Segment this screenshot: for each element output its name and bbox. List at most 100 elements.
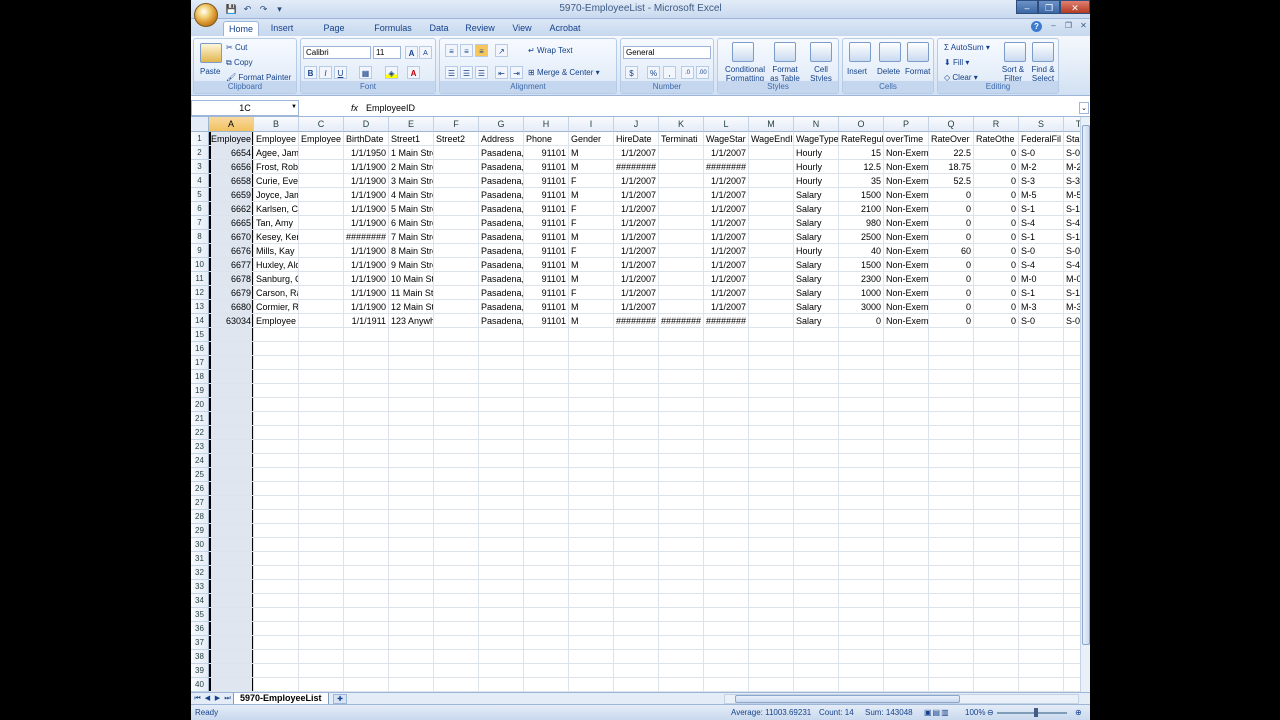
row-header[interactable]: 29 [191, 524, 209, 538]
table-cell[interactable] [434, 370, 479, 384]
table-cell[interactable]: 0 [974, 216, 1019, 230]
table-cell[interactable]: 0 [929, 314, 974, 328]
table-cell[interactable] [749, 384, 794, 398]
table-cell[interactable]: 1/1/1900 [344, 244, 389, 258]
table-cell[interactable]: 11 Main Street [389, 286, 434, 300]
header-cell[interactable]: Street2 [434, 132, 479, 146]
table-cell[interactable] [1064, 650, 1080, 664]
table-cell[interactable] [389, 440, 434, 454]
zoom-level[interactable]: 100% [965, 707, 985, 719]
table-cell[interactable]: 0 [929, 230, 974, 244]
table-cell[interactable] [479, 524, 524, 538]
table-cell[interactable] [614, 482, 659, 496]
table-cell[interactable] [749, 342, 794, 356]
table-cell[interactable] [794, 524, 839, 538]
row-header[interactable]: 3 [191, 160, 209, 174]
table-cell[interactable] [749, 524, 794, 538]
column-header-e[interactable]: E [389, 117, 434, 132]
table-cell[interactable] [344, 328, 389, 342]
table-cell[interactable] [569, 384, 614, 398]
table-cell[interactable] [1019, 482, 1064, 496]
table-cell[interactable] [659, 188, 704, 202]
header-cell[interactable]: RateRegul [839, 132, 884, 146]
table-cell[interactable] [929, 440, 974, 454]
table-cell[interactable] [344, 538, 389, 552]
table-cell[interactable] [299, 580, 344, 594]
grow-font-button[interactable]: A [405, 46, 418, 59]
cut-button[interactable]: ✂ Cut [226, 43, 247, 52]
table-cell[interactable] [974, 482, 1019, 496]
table-cell[interactable] [839, 636, 884, 650]
table-cell[interactable]: Salary [794, 272, 839, 286]
table-cell[interactable]: 0 [974, 160, 1019, 174]
wrap-text-button[interactable]: ↵ Wrap Text [528, 46, 573, 55]
align-left-icon[interactable]: ☰ [445, 66, 458, 79]
table-cell[interactable]: S-1 [1019, 230, 1064, 244]
table-cell[interactable] [1019, 370, 1064, 384]
table-cell[interactable] [749, 300, 794, 314]
table-cell[interactable] [614, 636, 659, 650]
table-cell[interactable] [569, 328, 614, 342]
table-cell[interactable] [524, 594, 569, 608]
table-cell[interactable] [569, 636, 614, 650]
table-cell[interactable] [389, 524, 434, 538]
paste-button[interactable]: Paste [200, 67, 220, 76]
table-cell[interactable] [749, 454, 794, 468]
table-cell[interactable] [1019, 384, 1064, 398]
table-cell[interactable] [209, 482, 254, 496]
table-cell[interactable]: 91101 [524, 244, 569, 258]
table-cell[interactable]: 0 [974, 188, 1019, 202]
table-cell[interactable] [299, 328, 344, 342]
table-cell[interactable] [209, 552, 254, 566]
table-cell[interactable]: 1/1/1900 [344, 300, 389, 314]
doc-minimize-button[interactable]: – [1047, 20, 1060, 32]
table-cell[interactable] [299, 524, 344, 538]
table-cell[interactable] [1064, 468, 1080, 482]
table-cell[interactable]: 1/1/1911 [344, 314, 389, 328]
table-cell[interactable] [389, 496, 434, 510]
table-cell[interactable] [839, 496, 884, 510]
table-cell[interactable] [479, 566, 524, 580]
table-cell[interactable] [1064, 608, 1080, 622]
table-cell[interactable] [479, 356, 524, 370]
font-size-select[interactable]: 11 [373, 46, 401, 59]
table-cell[interactable] [299, 650, 344, 664]
next-sheet-icon[interactable]: ▶ [213, 694, 222, 703]
table-cell[interactable] [974, 552, 1019, 566]
table-cell[interactable]: Sanburg, Carl [254, 272, 299, 286]
table-cell[interactable] [209, 608, 254, 622]
table-cell[interactable]: 3 Main Street [389, 174, 434, 188]
table-cell[interactable] [704, 636, 749, 650]
table-cell[interactable] [389, 454, 434, 468]
table-cell[interactable] [254, 552, 299, 566]
table-cell[interactable]: 1/1/1900 [344, 160, 389, 174]
table-cell[interactable] [254, 412, 299, 426]
table-cell[interactable] [1019, 622, 1064, 636]
conditional-formatting-icon[interactable] [732, 42, 754, 62]
table-cell[interactable] [659, 636, 704, 650]
table-cell[interactable]: M [569, 188, 614, 202]
table-cell[interactable] [659, 552, 704, 566]
column-header-c[interactable]: C [299, 117, 344, 132]
row-header[interactable]: 34 [191, 594, 209, 608]
table-cell[interactable] [299, 552, 344, 566]
table-cell[interactable] [794, 496, 839, 510]
table-cell[interactable] [254, 608, 299, 622]
table-cell[interactable] [524, 454, 569, 468]
table-cell[interactable] [1019, 398, 1064, 412]
table-cell[interactable] [929, 510, 974, 524]
table-cell[interactable] [434, 314, 479, 328]
table-cell[interactable]: 91101 [524, 258, 569, 272]
table-cell[interactable] [794, 328, 839, 342]
table-cell[interactable] [974, 636, 1019, 650]
table-cell[interactable] [1064, 370, 1080, 384]
table-cell[interactable] [749, 580, 794, 594]
table-cell[interactable] [884, 454, 929, 468]
table-cell[interactable] [209, 678, 254, 692]
row-header[interactable]: 37 [191, 636, 209, 650]
tab-acrobat[interactable]: Acrobat [547, 21, 583, 36]
table-cell[interactable] [614, 356, 659, 370]
table-cell[interactable]: 1/1/2007 [614, 146, 659, 160]
row-header[interactable]: 2 [191, 146, 209, 160]
row-header[interactable]: 35 [191, 608, 209, 622]
